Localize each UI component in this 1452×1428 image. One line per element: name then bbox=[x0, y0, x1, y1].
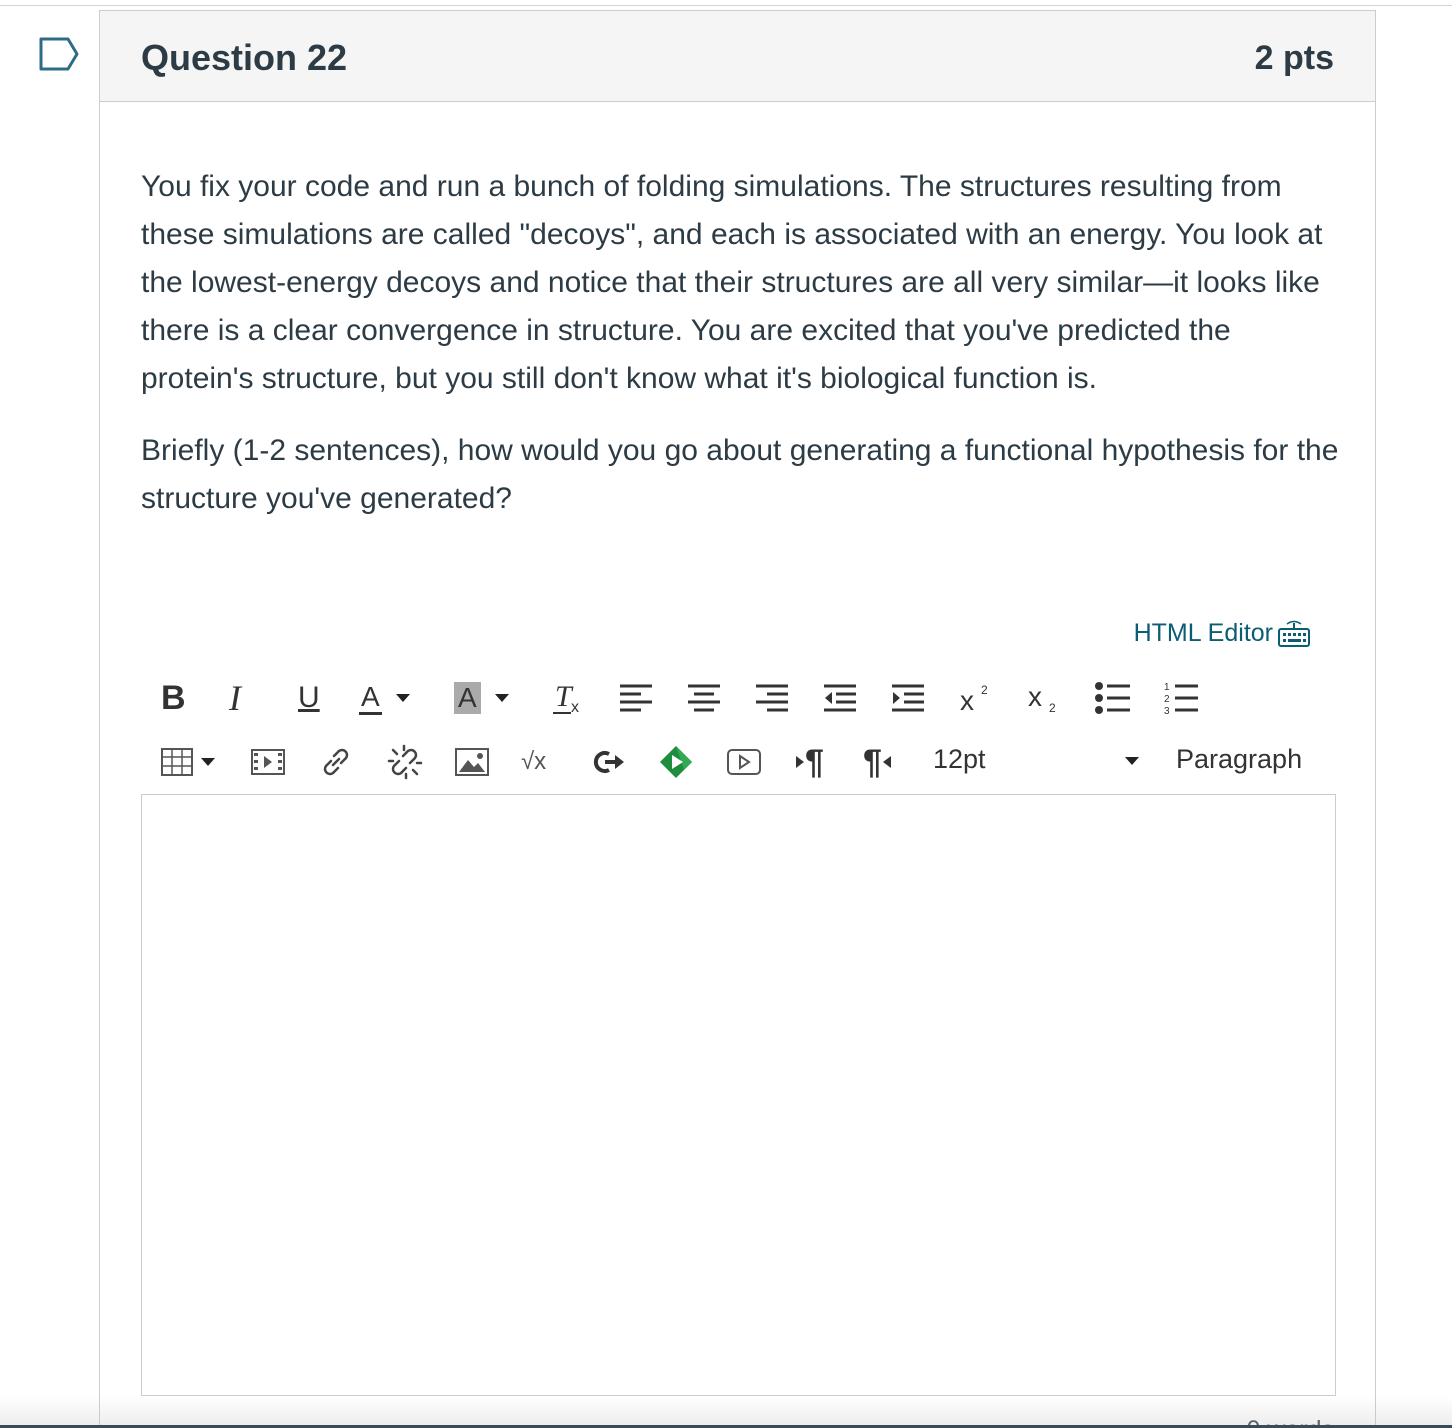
bullet-list-button[interactable] bbox=[1095, 676, 1131, 720]
link-button[interactable] bbox=[319, 740, 353, 784]
underline-button[interactable]: U bbox=[298, 676, 320, 720]
svg-text:3: 3 bbox=[1164, 706, 1170, 715]
question-points: 2 pts bbox=[1254, 39, 1334, 77]
background-color-icon: A bbox=[454, 682, 481, 714]
superscript-button[interactable]: x 2 bbox=[959, 676, 993, 720]
keyboard-icon bbox=[1278, 620, 1310, 647]
rtl-button[interactable]: ¶ bbox=[863, 740, 892, 784]
table-icon bbox=[161, 748, 193, 776]
clear-formatting-icon: T x bbox=[553, 680, 579, 716]
google-drive-icon bbox=[660, 746, 692, 778]
html-editor-label: HTML Editor bbox=[1133, 619, 1273, 647]
svg-text:2: 2 bbox=[1049, 701, 1056, 714]
bold-button[interactable]: B bbox=[161, 676, 186, 720]
lti-tool-button[interactable] bbox=[591, 740, 625, 784]
top-divider bbox=[0, 5, 1452, 6]
question-card: Question 22 2 pts You fix your code and … bbox=[99, 10, 1376, 1428]
chevron-down-icon[interactable] bbox=[1125, 757, 1139, 765]
svg-text:x: x bbox=[571, 699, 579, 716]
embed-media-icon bbox=[727, 749, 761, 775]
svg-text:2: 2 bbox=[981, 683, 988, 697]
embed-media-button[interactable] bbox=[727, 740, 761, 784]
align-right-icon bbox=[756, 684, 788, 712]
image-button[interactable] bbox=[455, 740, 489, 784]
superscript-icon: x 2 bbox=[960, 683, 988, 714]
caret-left-icon bbox=[882, 756, 891, 768]
link-icon bbox=[323, 748, 349, 776]
rich-text-editor-area[interactable] bbox=[141, 794, 1336, 1396]
background-color-button[interactable]: A bbox=[454, 676, 509, 720]
html-editor-link[interactable]: HTML Editor bbox=[1134, 619, 1311, 648]
quiz-page: Question 22 2 pts You fix your code and … bbox=[0, 0, 1452, 1428]
editor-toolbar-row-1: B I U A A T x x 2 x 2 1 2 3 bbox=[141, 675, 1336, 721]
equation-button[interactable]: √x bbox=[521, 740, 546, 784]
question-text: You fix your code and run a bunch of fol… bbox=[141, 163, 1341, 547]
numbered-list-icon: 123 bbox=[1164, 682, 1198, 715]
outdent-icon bbox=[824, 684, 856, 712]
align-left-icon bbox=[620, 684, 652, 712]
media-icon bbox=[251, 749, 285, 775]
svg-text:1: 1 bbox=[1164, 682, 1170, 693]
google-drive-button[interactable] bbox=[659, 740, 693, 784]
chevron-down-icon bbox=[395, 694, 410, 702]
subscript-icon: x 2 bbox=[1028, 682, 1056, 714]
align-center-button[interactable] bbox=[687, 676, 721, 720]
svg-text:x: x bbox=[1028, 682, 1042, 712]
italic-button[interactable]: I bbox=[229, 676, 241, 720]
font-size-select[interactable]: 12pt bbox=[933, 744, 986, 775]
table-button[interactable] bbox=[161, 740, 215, 784]
flag-question-icon[interactable] bbox=[38, 36, 80, 72]
outdent-button[interactable] bbox=[823, 676, 857, 720]
chevron-down-icon bbox=[201, 758, 215, 766]
indent-icon bbox=[892, 684, 924, 712]
text-color-button[interactable]: A bbox=[359, 676, 410, 720]
align-right-button[interactable] bbox=[755, 676, 789, 720]
chevron-down-icon bbox=[494, 694, 509, 702]
clear-formatting-button[interactable]: T x bbox=[551, 676, 587, 720]
svg-text:x: x bbox=[960, 685, 974, 714]
equation-icon: √x bbox=[521, 748, 547, 775]
align-left-button[interactable] bbox=[619, 676, 653, 720]
unlink-button[interactable] bbox=[387, 740, 423, 784]
media-button[interactable] bbox=[251, 740, 285, 784]
align-center-icon bbox=[688, 684, 720, 712]
image-icon bbox=[455, 748, 489, 776]
caret-right-icon bbox=[796, 756, 804, 768]
svg-text:2: 2 bbox=[1164, 694, 1170, 705]
indent-button[interactable] bbox=[891, 676, 925, 720]
italic-icon: I bbox=[229, 678, 241, 718]
underline-icon: U bbox=[298, 681, 320, 714]
question-title: Question 22 bbox=[141, 37, 348, 78]
ltr-icon: ¶ bbox=[805, 742, 824, 781]
bold-icon: B bbox=[161, 678, 186, 717]
editor-toolbar-row-2: √x ¶ ¶ 12pt Paragraph bbox=[141, 739, 1336, 785]
unlink-icon bbox=[387, 744, 423, 780]
ltr-button[interactable]: ¶ bbox=[795, 740, 824, 784]
question-header: Question 22 2 pts bbox=[100, 11, 1375, 102]
question-paragraph: Briefly (1-2 sentences), how would you g… bbox=[141, 434, 1339, 515]
text-color-icon: A bbox=[359, 681, 382, 715]
rtl-icon: ¶ bbox=[863, 742, 882, 781]
question-paragraph: You fix your code and run a bunch of fol… bbox=[141, 170, 1323, 395]
numbered-list-button[interactable]: 123 bbox=[1163, 676, 1199, 720]
block-format-select[interactable]: Paragraph bbox=[1176, 744, 1302, 775]
subscript-button[interactable]: x 2 bbox=[1027, 676, 1061, 720]
bullet-list-icon bbox=[1095, 682, 1130, 714]
lti-tool-icon bbox=[593, 751, 624, 773]
